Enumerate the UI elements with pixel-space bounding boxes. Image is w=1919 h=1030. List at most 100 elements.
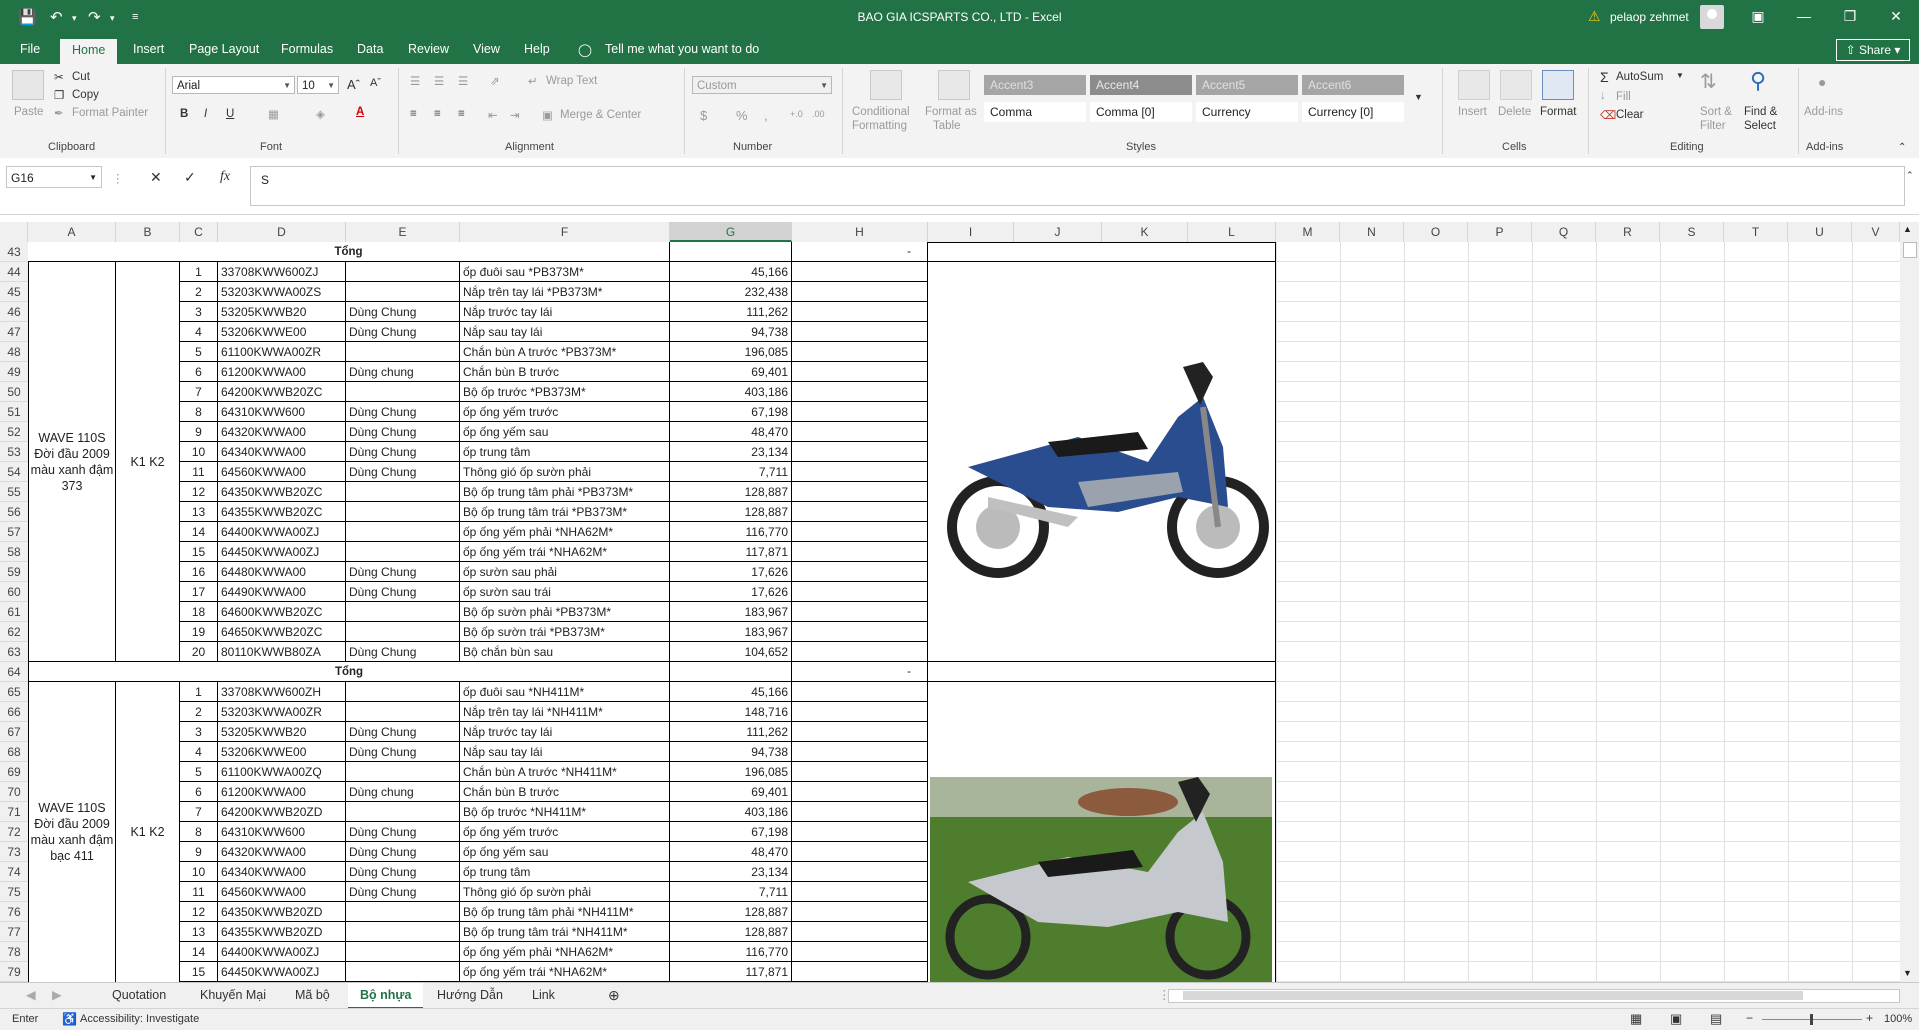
chevron-down-icon[interactable]: ▼ — [1676, 71, 1684, 80]
price-cell[interactable]: 23,134 — [670, 862, 792, 882]
part-code-cell[interactable]: 61200KWWA00 — [218, 782, 346, 802]
price-cell[interactable]: 196,085 — [670, 762, 792, 782]
total-label[interactable]: Tổng — [28, 242, 670, 262]
empty-cell[interactable] — [792, 922, 928, 942]
row-header[interactable]: 65 — [0, 682, 28, 702]
underline-icon[interactable]: U — [226, 108, 234, 120]
part-code-cell[interactable]: 53205KWWB20 — [218, 302, 346, 322]
price-cell[interactable]: 128,887 — [670, 922, 792, 942]
price-cell[interactable]: 116,770 — [670, 522, 792, 542]
close-icon[interactable]: ✕ — [1876, 4, 1916, 28]
part-name-cell[interactable]: ốp sườn sau phải — [460, 562, 670, 582]
stt-cell[interactable]: 6 — [180, 362, 218, 382]
empty-cell[interactable] — [792, 722, 928, 742]
price-cell[interactable]: 128,887 — [670, 902, 792, 922]
tab-home[interactable]: Home — [60, 39, 118, 64]
accessibility-status[interactable]: Accessibility: Investigate — [80, 1013, 199, 1025]
tell-me-search[interactable]: Tell me what you want to do — [605, 42, 759, 56]
fill-button[interactable]: Fill — [1616, 91, 1631, 103]
row-header[interactable]: 49 — [0, 362, 28, 382]
part-code-cell[interactable]: 64450KWWA00ZJ — [218, 962, 346, 982]
stt-cell[interactable]: 15 — [180, 962, 218, 982]
part-code-cell[interactable]: 64350KWWB20ZD — [218, 902, 346, 922]
part-code-cell[interactable]: 64400KWWA00ZJ — [218, 522, 346, 542]
stt-cell[interactable]: 8 — [180, 402, 218, 422]
usage-cell[interactable] — [346, 702, 460, 722]
part-code-cell[interactable]: 64310KWW600 — [218, 402, 346, 422]
usage-cell[interactable] — [346, 802, 460, 822]
price-cell[interactable]: 111,262 — [670, 302, 792, 322]
expand-formula-icon[interactable]: ⌃ — [1906, 170, 1914, 181]
part-code-cell[interactable]: 61100KWWA00ZR — [218, 342, 346, 362]
empty-cell[interactable] — [792, 282, 928, 302]
empty-cell[interactable] — [792, 622, 928, 642]
orientation-icon[interactable]: ⇗ — [490, 74, 500, 88]
part-code-cell[interactable]: 64355KWWB20ZD — [218, 922, 346, 942]
tab-help[interactable]: Help — [524, 42, 550, 56]
format-cells-button[interactable]: Format — [1540, 106, 1576, 118]
price-cell[interactable]: 23,134 — [670, 442, 792, 462]
italic-icon[interactable]: I — [204, 108, 207, 120]
price-cell[interactable]: 67,198 — [670, 402, 792, 422]
total-dash[interactable]: - — [792, 242, 928, 262]
stt-cell[interactable]: 12 — [180, 902, 218, 922]
page-break-view-icon[interactable]: ▤ — [1710, 1011, 1722, 1027]
stt-cell[interactable]: 3 — [180, 302, 218, 322]
part-code-cell[interactable]: 64340KWWA00 — [218, 862, 346, 882]
empty-cell[interactable] — [792, 582, 928, 602]
part-code-cell[interactable]: 64600KWWB20ZC — [218, 602, 346, 622]
next-sheet-icon[interactable]: ▶ — [40, 983, 74, 1007]
tab-insert[interactable]: Insert — [133, 42, 164, 56]
usage-cell[interactable] — [346, 502, 460, 522]
column-header-g[interactable]: G — [670, 222, 792, 242]
price-cell[interactable]: 117,871 — [670, 962, 792, 982]
row-header[interactable]: 55 — [0, 482, 28, 502]
price-cell[interactable]: 196,085 — [670, 342, 792, 362]
horizontal-scrollbar[interactable] — [1168, 989, 1900, 1003]
row-header[interactable]: 64 — [0, 662, 28, 682]
sheet-tab-bo-nhua[interactable]: Bộ nhựa — [348, 983, 424, 1009]
row-header[interactable]: 44 — [0, 262, 28, 282]
empty-cell[interactable] — [792, 862, 928, 882]
usage-cell[interactable] — [346, 382, 460, 402]
stt-cell[interactable]: 1 — [180, 262, 218, 282]
borders-icon[interactable]: ▦ — [268, 107, 279, 121]
usage-cell[interactable]: Dùng Chung — [346, 742, 460, 762]
normal-view-icon[interactable]: ▦ — [1630, 1011, 1642, 1027]
eraser-icon[interactable]: ⌫ — [1600, 108, 1616, 122]
column-header-i[interactable]: I — [928, 222, 1014, 242]
column-header-b[interactable]: B — [116, 222, 180, 242]
cut-icon[interactable]: ✂ — [54, 70, 64, 84]
price-cell[interactable]: 128,887 — [670, 502, 792, 522]
price-cell[interactable]: 69,401 — [670, 362, 792, 382]
style-accent5[interactable]: Accent5 — [1196, 75, 1298, 95]
row-header[interactable]: 78 — [0, 942, 28, 962]
total-label[interactable]: Tổng — [28, 662, 670, 682]
part-name-cell[interactable]: Thông gió ốp sườn phải — [460, 462, 670, 482]
row-header[interactable]: 56 — [0, 502, 28, 522]
stt-cell[interactable]: 2 — [180, 282, 218, 302]
stt-cell[interactable]: 9 — [180, 422, 218, 442]
sort-filter-button[interactable]: Sort & — [1700, 106, 1732, 118]
part-name-cell[interactable]: Thông gió ốp sườn phải — [460, 882, 670, 902]
minimize-icon[interactable]: — — [1784, 4, 1824, 28]
usage-cell[interactable] — [346, 962, 460, 982]
currency-icon[interactable]: $ — [700, 108, 707, 123]
font-name-select[interactable]: Arial ▼ — [172, 76, 295, 94]
part-name-cell[interactable]: ốp ống yếm trái *NHA62M* — [460, 542, 670, 562]
stt-cell[interactable]: 10 — [180, 862, 218, 882]
part-name-cell[interactable]: Bộ ốp trước *PB373M* — [460, 382, 670, 402]
stt-cell[interactable]: 5 — [180, 342, 218, 362]
delete-cells-icon[interactable] — [1500, 70, 1532, 100]
tab-data[interactable]: Data — [357, 42, 383, 56]
usage-cell[interactable]: Dùng Chung — [346, 642, 460, 662]
usage-cell[interactable]: Dùng Chung — [346, 422, 460, 442]
stt-cell[interactable]: 4 — [180, 742, 218, 762]
price-cell[interactable]: 48,470 — [670, 842, 792, 862]
price-cell[interactable]: 117,871 — [670, 542, 792, 562]
stt-cell[interactable]: 17 — [180, 582, 218, 602]
part-name-cell[interactable]: Bộ chắn bùn sau — [460, 642, 670, 662]
price-cell[interactable]: 403,186 — [670, 802, 792, 822]
part-code-cell[interactable]: 33708KWW600ZH — [218, 682, 346, 702]
cancel-icon[interactable]: ✕ — [150, 169, 162, 186]
